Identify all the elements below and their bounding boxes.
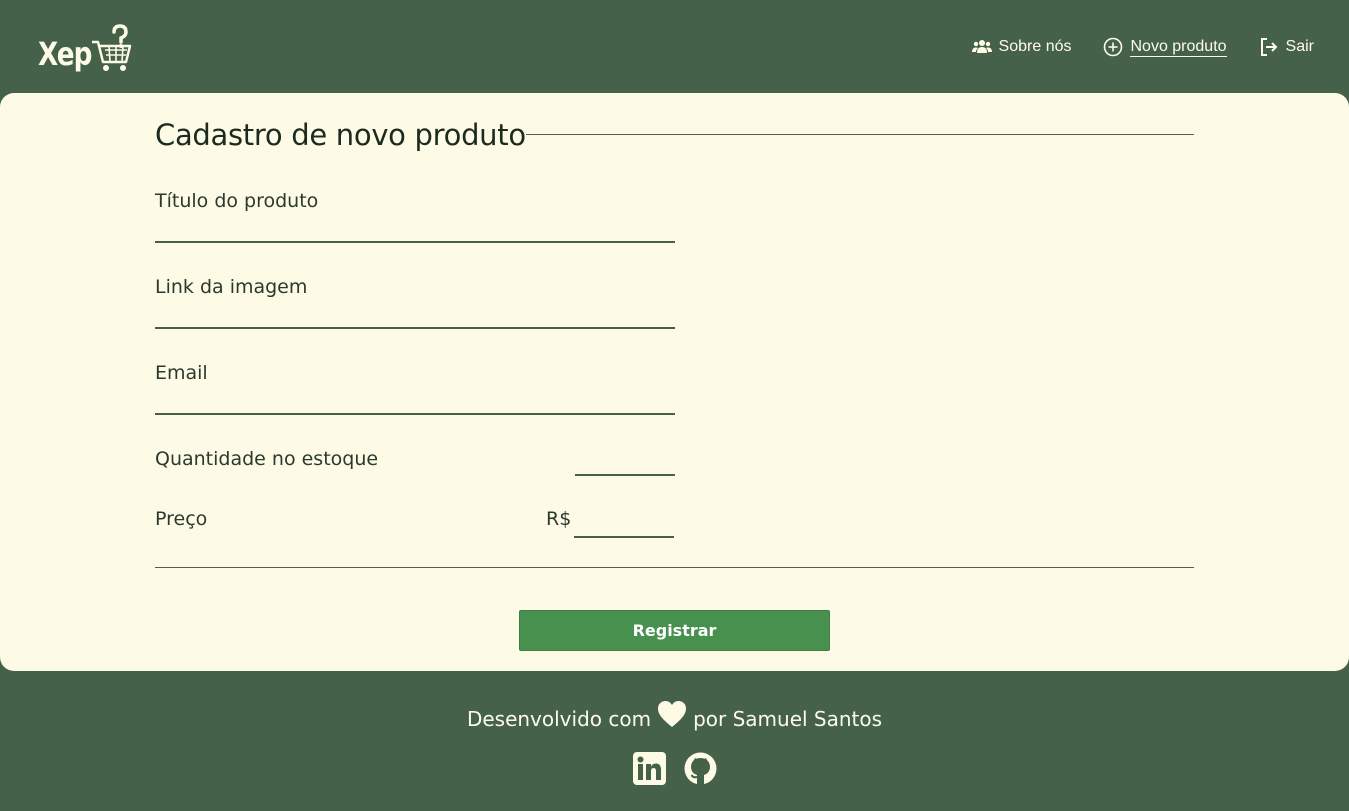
header: Xep Sobre nós Novo produto Sair	[0, 0, 1349, 93]
credit-after: por Samuel Santos	[693, 707, 883, 731]
logo[interactable]: Xep	[38, 24, 138, 76]
linkedin-icon[interactable]	[633, 752, 666, 785]
footer: Desenvolvido com por Samuel Santos	[0, 671, 1349, 811]
stock-label: Quantidade no estoque	[155, 448, 379, 470]
price-input[interactable]	[574, 514, 674, 538]
social-links	[633, 752, 717, 785]
register-button[interactable]: Registrar	[519, 610, 830, 651]
email-label: Email	[155, 362, 208, 384]
nav-new-product[interactable]: Novo produto	[1102, 34, 1227, 60]
new-product-form: Cadastro de novo produto Título do produ…	[155, 93, 1194, 671]
nav-about-label: Sobre nós	[998, 38, 1072, 55]
logout-icon	[1258, 36, 1280, 58]
cart-icon	[92, 24, 132, 71]
image-link-input[interactable]	[155, 303, 675, 329]
nav-logout-label: Sair	[1285, 38, 1314, 55]
image-link-label: Link da imagem	[155, 276, 308, 298]
form-title-row: Cadastro de novo produto	[155, 115, 1194, 155]
plus-circle-icon	[1102, 36, 1124, 58]
stock-input[interactable]	[575, 452, 675, 476]
heart-icon	[657, 700, 687, 728]
form-divider	[155, 567, 1194, 568]
nav-about[interactable]: Sobre nós	[971, 34, 1072, 60]
nav-new-product-label: Novo produto	[1130, 37, 1227, 57]
main-card: Cadastro de novo produto Título do produ…	[0, 93, 1349, 671]
product-title-label: Título do produto	[155, 190, 319, 212]
title-divider	[525, 133, 1194, 135]
price-label: Preço	[155, 508, 208, 530]
nav-logout[interactable]: Sair	[1258, 34, 1314, 60]
email-input[interactable]	[155, 389, 675, 415]
top-nav: Sobre nós Novo produto Sair	[971, 34, 1314, 60]
users-icon	[971, 36, 993, 58]
currency-symbol: R$	[546, 508, 572, 530]
github-icon[interactable]	[684, 752, 717, 785]
credit-line: Desenvolvido com por Samuel Santos	[0, 701, 1349, 731]
product-title-input[interactable]	[155, 217, 675, 243]
credit-before: Desenvolvido com	[466, 707, 652, 731]
logo-text: Xep	[38, 35, 92, 73]
form-title: Cadastro de novo produto	[155, 118, 526, 152]
